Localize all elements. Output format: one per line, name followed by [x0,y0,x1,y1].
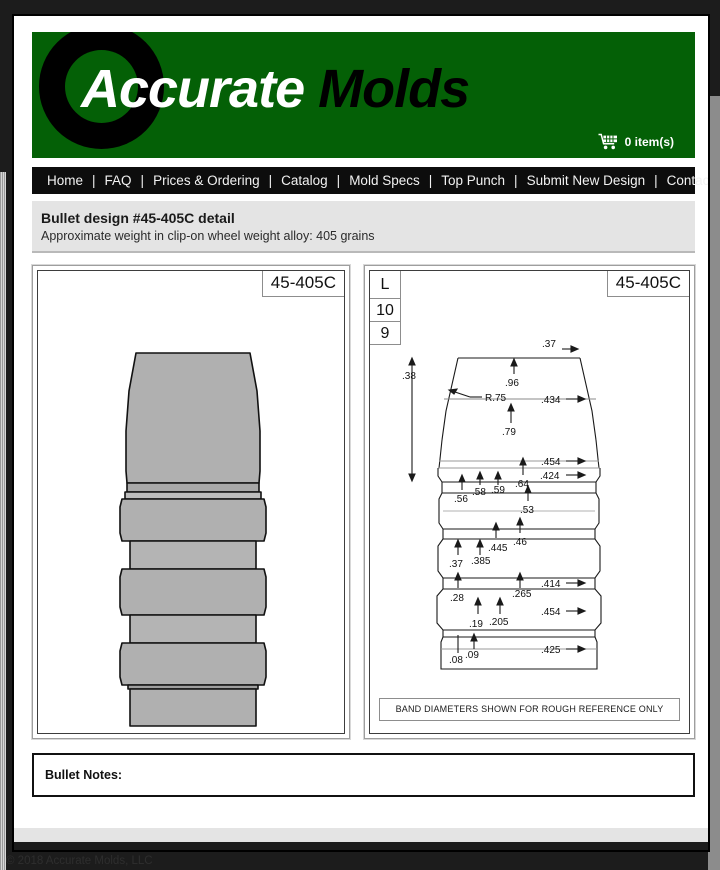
dim-46: .46 [513,537,527,548]
nav-item-mold-specs[interactable]: Mold Specs [345,173,424,188]
nav-separator: | [514,173,518,188]
dim-band2-dia: .454 [541,457,561,468]
cart-summary[interactable]: 0 item(s) [598,133,674,150]
dim-drive-len: .64 [515,479,529,490]
dim-radius: R.75 [485,393,507,404]
dim-groove1-dia: .424 [540,471,560,482]
dim-ogive-len: .79 [502,427,516,438]
bullet-notes-box: Bullet Notes: [32,753,695,797]
nav-separator: | [336,173,341,188]
dim-nose-width: .96 [505,378,519,389]
brand-name-secondary: Molds [318,59,470,119]
main-navigation: Home | FAQ | Prices & Ordering | Catalog… [32,167,708,194]
dim-385: .385 [471,556,491,567]
bullet-render-canvas: 45-405C [37,270,345,734]
nav-separator: | [92,173,96,188]
dim-445: .445 [488,543,508,554]
nav-separator: | [268,173,273,188]
bullet-dimension-drawing: .38 .96 .37 R.75 .79 .434 .64 .454 .424 … [402,339,602,670]
dim-37-lower: .37 [449,559,463,570]
dim-53: .53 [520,505,534,516]
nav-item-submit-new-design[interactable]: Submit New Design [523,173,650,188]
dim-band3-dia: .414 [541,579,561,590]
footer-bar [14,842,708,850]
dim-nose-height: .38 [402,371,416,382]
page-content: Accurate Molds 0 item(s) Home | FAQ | Pr… [12,14,710,852]
page-title: Bullet design #45-405C detail [41,210,235,226]
dim-58: .58 [472,487,486,498]
nav-item-home[interactable]: Home [43,173,87,188]
dim-265: .265 [512,589,532,600]
band-reference-note: BAND DIAMETERS SHOWN FOR ROUGH REFERENCE… [379,698,680,721]
dim-meplat: .37 [542,339,556,350]
nav-separator: | [654,173,658,188]
cart-item-count-label: 0 item(s) [624,134,674,149]
dim-59: .59 [491,485,505,496]
dim-19: .19 [469,619,483,630]
dim-band4-dia: .454 [541,607,561,618]
dim-56: .56 [454,494,468,505]
bullet-render-panel: 45-405C [31,264,351,740]
page-scrollbar[interactable] [0,172,6,870]
drawing-panels-row: 45-405C L 10 9 45-405C .38 .96 .37 R.75 … [31,264,696,740]
dim-base-dia: .425 [541,645,561,656]
bullet-dimension-canvas: L 10 9 45-405C .38 .96 .37 R.75 .79 .434… [369,270,690,734]
dim-28: .28 [450,593,464,604]
nav-item-top-punch[interactable]: Top Punch [437,173,509,188]
site-logo-wordmark[interactable]: Accurate Molds [81,56,470,122]
brand-name-primary: Accurate [81,59,305,119]
dim-band1-dia: .434 [541,395,561,406]
copyright-text: © 2018 Accurate Molds, LLC [6,855,153,867]
bullet-3d-render [119,352,267,727]
nav-separator: | [428,173,433,188]
bullet-dimension-panel: L 10 9 45-405C .38 .96 .37 R.75 .79 .434… [363,264,696,740]
nav-item-catalog[interactable]: Catalog [277,173,332,188]
bullet-notes-label: Bullet Notes: [45,768,123,782]
dim-09: .09 [465,650,479,661]
dim-08: .08 [449,655,463,666]
nav-separator: | [140,173,145,188]
shopping-cart-icon [598,133,618,150]
page-title-band: Bullet design #45-405C detail Approximat… [32,201,695,253]
page-subtitle: Approximate weight in clip-on wheel weig… [41,229,375,243]
browser-viewport: Accurate Molds 0 item(s) Home | FAQ | Pr… [0,0,720,870]
nav-item-contact[interactable]: Contact [663,173,708,188]
dim-205: .205 [489,617,509,628]
nav-item-prices-ordering[interactable]: Prices & Ordering [149,173,264,188]
nav-item-faq[interactable]: FAQ [101,173,136,188]
site-masthead: Accurate Molds 0 item(s) [32,32,695,158]
